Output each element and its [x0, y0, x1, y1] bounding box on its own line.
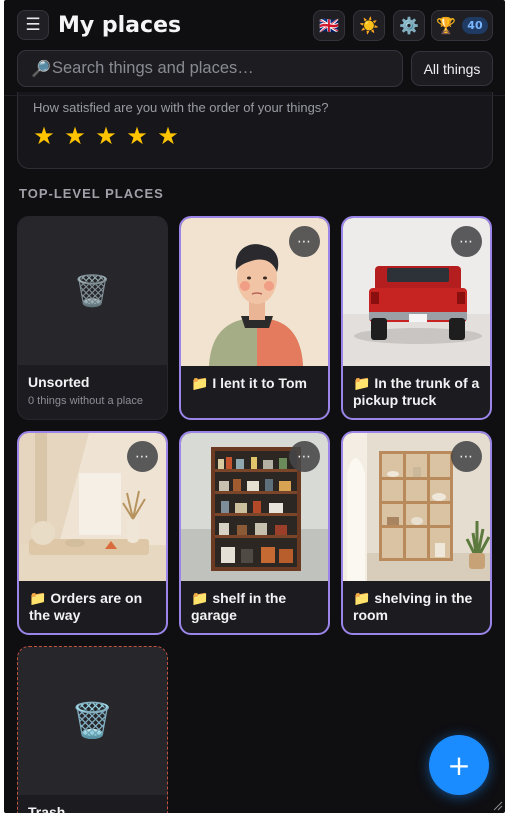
place-name: 📁 shelving in the room: [353, 590, 473, 623]
trophy-icon: 🏆: [436, 16, 457, 35]
wastebasket-icon: 🗑️: [73, 273, 112, 309]
card-image: 🗑️: [18, 647, 167, 795]
rating-question: How satisfied are you with the order of …: [33, 100, 329, 115]
header-divider: [4, 95, 505, 96]
star-icon[interactable]: ★: [157, 123, 179, 149]
achievements-button[interactable]: 🏆 40: [431, 10, 493, 41]
resize-grip-icon[interactable]: [491, 799, 503, 811]
star-icon[interactable]: ★: [64, 123, 86, 149]
card-image: 🗑️: [18, 217, 167, 365]
add-place-button[interactable]: +: [429, 735, 489, 795]
settings-button[interactable]: ⚙️: [393, 10, 425, 41]
place-name: 📁 shelf in the garage: [191, 590, 287, 623]
more-options-button[interactable]: ⋯: [289, 441, 320, 472]
sun-icon: ☀️: [359, 16, 379, 35]
place-card-garage-shelf[interactable]: ⋯ 📁 shelf in the garage: [179, 431, 330, 635]
place-card-pickup-truck[interactable]: ⋯ 📁 In the trunk of a pickup truck: [341, 216, 492, 420]
more-options-button[interactable]: ⋯: [289, 226, 320, 257]
place-card-room-shelving[interactable]: ⋯ 📁 shelving in the room: [341, 431, 492, 635]
place-card-orders-on-the-way[interactable]: ⋯ 📁 Orders are on the way: [17, 431, 168, 635]
place-subtitle: 0 things without a place: [28, 395, 143, 407]
search-input[interactable]: [52, 51, 392, 86]
more-options-button[interactable]: ⋯: [127, 441, 158, 472]
place-name: Unsorted: [28, 374, 90, 390]
place-card-lent-to-tom[interactable]: ⋯ 📁 I lent it to Tom: [179, 216, 330, 420]
place-card-trash[interactable]: 🗑️ Trash: [17, 646, 168, 813]
theme-toggle-button[interactable]: ☀️: [353, 10, 385, 41]
page-title: My places: [58, 13, 182, 38]
place-name: 📁 Orders are on the way: [29, 590, 143, 623]
menu-button[interactable]: ☰: [17, 10, 49, 40]
section-title: TOP-LEVEL PLACES: [19, 186, 164, 201]
star-rating[interactable]: ★ ★ ★ ★ ★: [33, 123, 179, 149]
header: ☰ My places 🇬🇧 ☀️ ⚙️ 🏆 40: [17, 10, 493, 42]
plus-icon: +: [447, 748, 471, 782]
place-name: Trash: [28, 804, 66, 813]
place-card-unsorted[interactable]: 🗑️ Unsorted 0 things without a place: [17, 216, 168, 420]
trophy-count-badge: 40: [462, 17, 488, 34]
place-name: 📁 In the trunk of a pickup truck: [353, 375, 480, 408]
star-icon[interactable]: ★: [126, 123, 148, 149]
star-icon[interactable]: ★: [95, 123, 117, 149]
hamburger-icon: ☰: [25, 15, 41, 35]
star-icon[interactable]: ★: [33, 123, 55, 149]
search-icon: 🔎: [31, 59, 51, 78]
more-options-button[interactable]: ⋯: [451, 441, 482, 472]
place-name: 📁 I lent it to Tom: [191, 375, 307, 391]
filter-dropdown[interactable]: All things: [411, 51, 493, 86]
search-box[interactable]: 🔎: [17, 50, 403, 87]
rating-card: How satisfied are you with the order of …: [17, 92, 493, 169]
gear-icon: ⚙️: [399, 16, 419, 35]
more-options-button[interactable]: ⋯: [451, 226, 482, 257]
uk-flag-icon: 🇬🇧: [319, 16, 339, 35]
app-window: ☰ My places 🇬🇧 ☀️ ⚙️ 🏆 40 🔎 All things H…: [4, 0, 505, 813]
language-button[interactable]: 🇬🇧: [313, 10, 345, 41]
trash-icon: 🗑️: [71, 701, 114, 741]
